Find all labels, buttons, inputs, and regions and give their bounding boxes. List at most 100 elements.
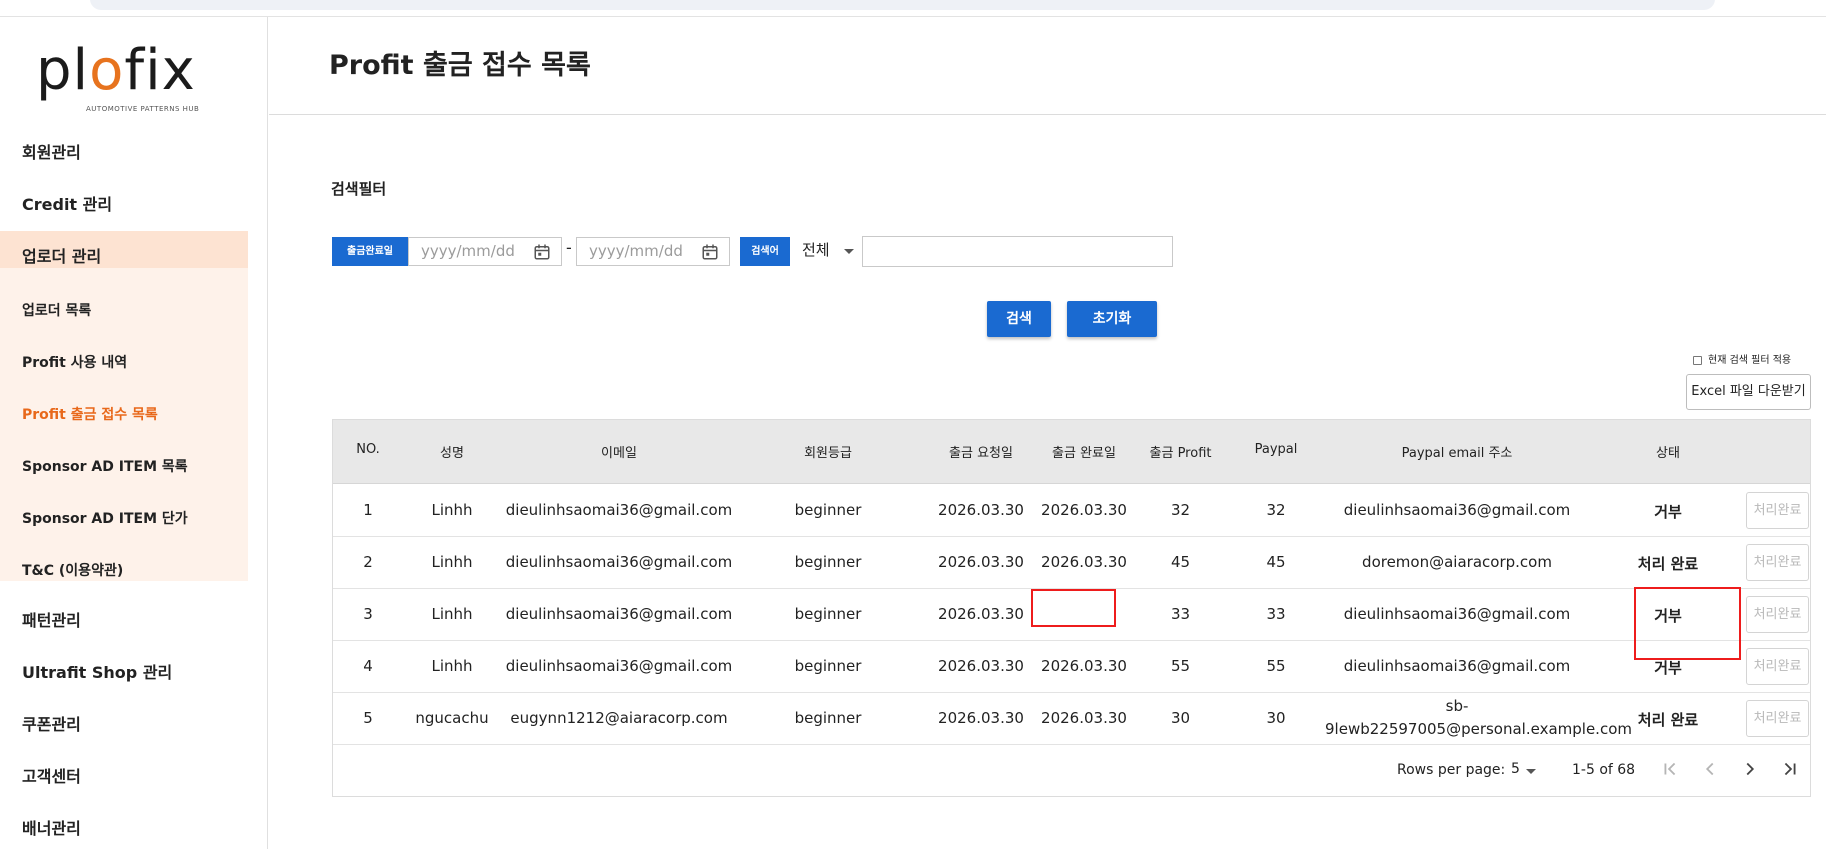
cell-grade: beginner	[794, 605, 862, 623]
cell-email: dieulinhsaomai36@gmail.com	[505, 553, 733, 571]
cell-profit: 30	[1170, 709, 1191, 727]
cell-status: 처리 완료	[1637, 555, 1699, 573]
sidebar-item-credit[interactable]: Credit 관리	[0, 179, 268, 231]
sidebar-subitem-profit-usage[interactable]: Profit 사용 내역	[0, 337, 248, 389]
process-complete-button[interactable]: 처리완료	[1746, 544, 1809, 581]
cell-profit: 55	[1170, 657, 1191, 675]
sidebar-subitem-sponsor-ad-price[interactable]: Sponsor AD ITEM 단가	[0, 493, 248, 545]
chevron-down-icon	[844, 249, 854, 254]
sidebar-subitem-sponsor-ad-list[interactable]: Sponsor AD ITEM 목록	[0, 441, 248, 493]
logo-accent: o	[89, 38, 125, 103]
date-from-placeholder: yyyy/mm/dd	[421, 242, 515, 260]
sidebar-item-members[interactable]: 회원관리	[0, 127, 268, 179]
cell-paypal-email: doremon@aiaracorp.com	[1362, 553, 1552, 571]
keyword-type-select[interactable]: 전체	[790, 236, 862, 265]
date-to-placeholder: yyyy/mm/dd	[589, 242, 683, 260]
column-header-grade: 회원등급	[804, 446, 852, 461]
cell-paypal-email: dieulinhsaomai36@gmail.com	[1343, 657, 1571, 675]
table-row: 4 Linhh dieulinhsaomai36@gmail.com begin…	[333, 641, 1810, 693]
next-page-icon[interactable]	[1739, 758, 1761, 780]
cell-requested: 2026.03.30	[938, 709, 1024, 727]
cell-profit: 32	[1170, 501, 1191, 519]
column-header-name: 성명	[440, 446, 464, 461]
pagination-range: 1-5 of 68	[1572, 762, 1636, 778]
search-input[interactable]	[862, 236, 1173, 267]
sidebar-subitem-uploader-list[interactable]: 업로더 목록	[0, 285, 248, 337]
column-header-requested: 출금 요청일	[949, 446, 1013, 461]
table-row: 2 Linhh dieulinhsaomai36@gmail.com begin…	[333, 537, 1810, 589]
cell-completed: 2026.03.30	[1041, 501, 1127, 519]
process-complete-button[interactable]: 처리완료	[1746, 596, 1809, 633]
rows-per-page-select[interactable]: 5	[1511, 761, 1520, 777]
cell-no: 4	[363, 657, 373, 675]
calendar-icon[interactable]	[533, 243, 551, 261]
filter-title: 검색필터	[331, 180, 387, 198]
cell-name: Linhh	[431, 657, 473, 675]
date-range-dash: -	[566, 238, 572, 257]
process-complete-button[interactable]: 처리완료	[1746, 492, 1809, 529]
cell-requested: 2026.03.30	[938, 657, 1024, 675]
column-header-status: 상태	[1656, 446, 1680, 461]
apply-filter-label: 현재 검색 필터 적용	[1708, 355, 1792, 366]
sidebar-subitem-profit-withdrawal[interactable]: Profit 출금 접수 목록	[0, 389, 248, 441]
reset-button[interactable]: 초기화	[1067, 301, 1157, 337]
logo-suffix: fix	[124, 38, 196, 103]
apply-filter-checkbox[interactable]	[1693, 355, 1702, 365]
keyword-filter-chip: 검색어	[740, 237, 790, 266]
cell-requested: 2026.03.30	[938, 553, 1024, 571]
calendar-icon[interactable]	[701, 243, 719, 261]
address-bar[interactable]	[90, 0, 1715, 10]
highlight-box-completed-date	[1031, 589, 1116, 627]
sidebar-item-customer-center[interactable]: 고객센터	[0, 751, 268, 803]
cell-profit: 33	[1170, 605, 1191, 623]
table-row: 5 ngucachu eugynn1212@aiaracorp.com begi…	[333, 693, 1810, 745]
sidebar-item-patterns[interactable]: 패턴관리	[0, 595, 268, 647]
cell-status: 처리 완료	[1637, 711, 1699, 729]
process-complete-button[interactable]: 처리완료	[1746, 700, 1809, 737]
cell-name: Linhh	[431, 605, 473, 623]
cell-paypal: 30	[1266, 709, 1286, 727]
sidebar-item-banners[interactable]: 배너관리	[0, 803, 268, 855]
cell-status: 거부	[1654, 503, 1682, 521]
paypal-email-line-1: sb-	[1445, 697, 1469, 715]
cell-paypal-email: dieulinhsaomai36@gmail.com	[1343, 501, 1571, 519]
cell-paypal-email: dieulinhsaomai36@gmail.com	[1343, 605, 1571, 623]
apply-filter-checkbox-row[interactable]: 현재 검색 필터 적용	[1693, 351, 1791, 366]
excel-download-button[interactable]: Excel 파일 다운받기	[1686, 374, 1811, 410]
cell-no: 3	[363, 605, 373, 623]
cell-grade: beginner	[794, 709, 862, 727]
column-header-paypal: Paypal	[1254, 442, 1298, 457]
sidebar-item-ultrafit-shop[interactable]: Ultrafit Shop 관리	[0, 647, 268, 699]
cell-grade: beginner	[794, 501, 862, 519]
sidebar-item-coupons[interactable]: 쿠폰관리	[0, 699, 268, 751]
cell-email: dieulinhsaomai36@gmail.com	[505, 605, 733, 623]
last-page-icon[interactable]	[1779, 758, 1801, 780]
pagination: Rows per page: 5 1-5 of 68	[333, 744, 1810, 796]
column-header-paypal-email: Paypal email 주소	[1401, 446, 1513, 461]
date-to-field[interactable]: yyyy/mm/dd	[576, 237, 730, 266]
highlight-box-status	[1634, 587, 1741, 660]
logo[interactable]: plofix AUTOMOTIVE PATTERNS HUB	[36, 39, 206, 119]
cell-no: 2	[363, 553, 373, 571]
sidebar-subitem-terms[interactable]: T&C (이용약관)	[0, 545, 248, 597]
cell-grade: beginner	[794, 553, 862, 571]
first-page-icon[interactable]	[1659, 758, 1681, 780]
cell-requested: 2026.03.30	[938, 605, 1024, 623]
search-button[interactable]: 검색	[987, 301, 1051, 337]
cell-paypal: 33	[1266, 605, 1286, 623]
logo-tagline: AUTOMOTIVE PATTERNS HUB	[86, 105, 200, 113]
cell-completed: 2026.03.30	[1041, 709, 1127, 727]
page-header: Profit 출금 접수 목록	[269, 17, 1826, 115]
previous-page-icon[interactable]	[1699, 758, 1721, 780]
cell-completed: 2026.03.30	[1041, 657, 1127, 675]
column-header-email: 이메일	[601, 446, 637, 461]
cell-paypal-email: sb- 9lewb22597005@personal.example.com	[1325, 695, 1632, 741]
cell-email: dieulinhsaomai36@gmail.com	[505, 501, 733, 519]
cell-status: 거부	[1654, 659, 1682, 677]
page-title: Profit 출금 접수 목록	[329, 50, 591, 81]
process-complete-button[interactable]: 처리완료	[1746, 648, 1809, 685]
date-from-field[interactable]: yyyy/mm/dd	[408, 237, 562, 266]
cell-no: 5	[363, 709, 373, 727]
cell-name: Linhh	[431, 501, 473, 519]
cell-profit: 45	[1170, 553, 1191, 571]
